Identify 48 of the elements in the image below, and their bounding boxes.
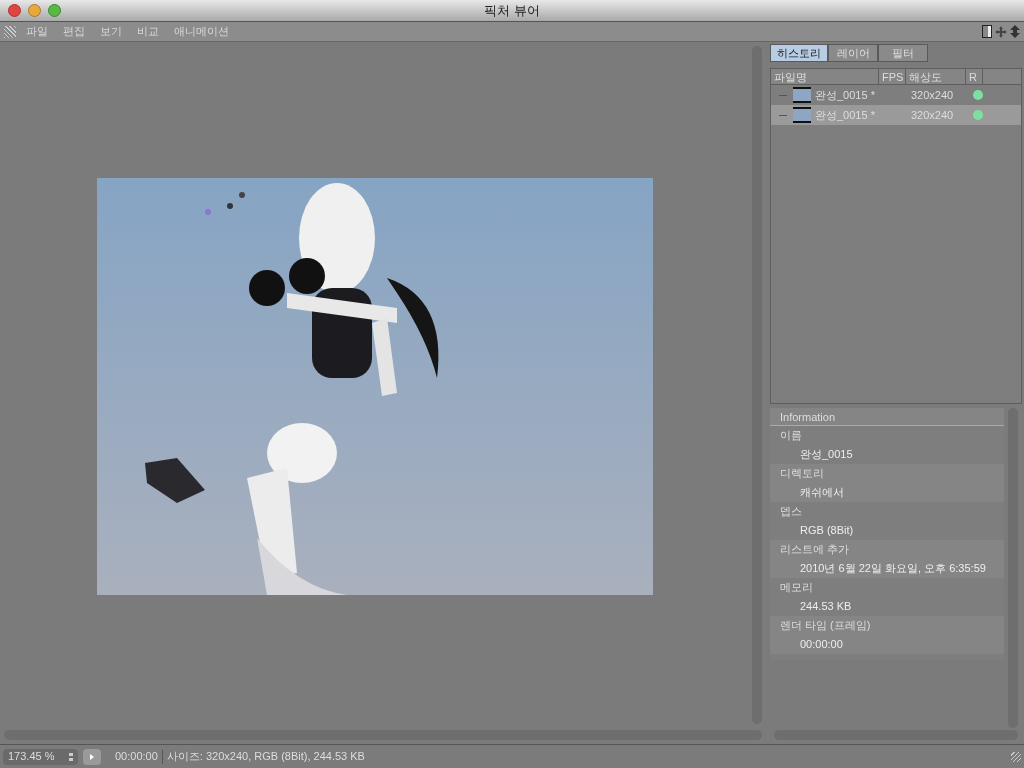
- minimize-icon[interactable]: [28, 4, 41, 17]
- file-name: 완성_0015 *: [815, 87, 876, 103]
- menu-item[interactable]: 편집: [63, 23, 85, 40]
- information-title: Information: [770, 408, 1004, 426]
- field-label: 이름: [779, 428, 803, 443]
- menu-item[interactable]: 비교: [137, 23, 159, 40]
- time-readout: 00:00:00: [115, 749, 158, 765]
- field-label: 리스트에 추가: [779, 542, 851, 557]
- column-header[interactable]: 해상도: [906, 69, 966, 84]
- history-row[interactable]: 완성_0015 * 320x240: [771, 85, 1021, 105]
- zoom-icon[interactable]: [48, 4, 61, 17]
- window-title: 픽처 뷰어: [484, 1, 540, 20]
- grip-icon: [4, 25, 16, 38]
- field-value: 244.53 KB: [799, 599, 853, 614]
- column-header[interactable]: FPS: [879, 69, 906, 84]
- field-label: 뎁스: [779, 504, 803, 519]
- field-value: 완성_0015: [799, 447, 854, 462]
- panel-tab[interactable]: 필터: [878, 44, 928, 62]
- field-label: 디렉토리: [779, 466, 825, 481]
- stepper-icon[interactable]: [69, 752, 73, 761]
- menu-item[interactable]: 보기: [100, 23, 122, 40]
- thumbnail: [793, 107, 811, 123]
- column-header[interactable]: R: [966, 69, 983, 84]
- field-value: 2010년 6월 22일 화요일, 오후 6:35:59: [799, 561, 987, 576]
- play-button[interactable]: [83, 748, 101, 765]
- thumbnail: [793, 87, 811, 103]
- history-row[interactable]: 완성_0015 * 320x240: [771, 105, 1021, 125]
- zoom-field[interactable]: 173.45 %: [3, 748, 78, 765]
- field-value: 캐쉬에서: [799, 485, 845, 500]
- file-name: 완성_0015 *: [815, 107, 876, 123]
- vertical-arrows-icon[interactable]: [1010, 25, 1020, 38]
- field-label: 메모리: [779, 580, 814, 595]
- close-icon[interactable]: [8, 4, 21, 17]
- field-value: 00:00:00: [799, 637, 844, 652]
- panel-tab[interactable]: 히스토리: [770, 44, 828, 62]
- field-label: 렌더 타임 (프레임): [779, 618, 872, 633]
- panel-toggle-icon[interactable]: [982, 25, 992, 38]
- resolution: 320x240: [911, 107, 955, 123]
- resize-grip-icon[interactable]: [1011, 751, 1021, 762]
- status-info: 사이즈: 320x240, RGB (8Bit), 244.53 KB: [166, 749, 365, 765]
- menu-item[interactable]: 애니메이션: [174, 23, 229, 40]
- panel-tab[interactable]: 레이어: [828, 44, 878, 62]
- play-icon: [90, 753, 94, 760]
- field-value: RGB (8Bit): [799, 523, 855, 538]
- column-header[interactable]: 파일명: [771, 69, 879, 84]
- zoom-value: 173.45 %: [8, 749, 55, 765]
- menu-item[interactable]: 파일: [26, 23, 48, 40]
- resolution: 320x240: [911, 87, 955, 103]
